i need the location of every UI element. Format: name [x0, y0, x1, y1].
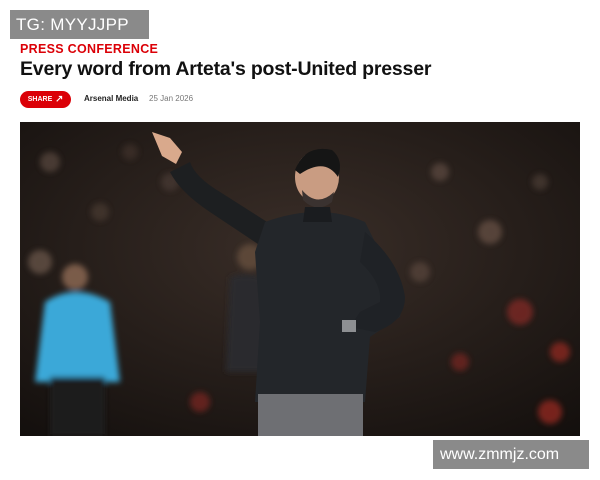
- article-publisher[interactable]: Arsenal Media: [84, 94, 138, 103]
- share-button[interactable]: SHARE: [20, 91, 71, 108]
- article-headline: Every word from Arteta's post-United pre…: [20, 58, 432, 80]
- article-card: PRESS CONFERENCE Every word from Arteta'…: [19, 40, 581, 436]
- article-category[interactable]: PRESS CONFERENCE: [20, 42, 158, 56]
- hero-photo-manager-pointing: [20, 122, 580, 436]
- article-date: 25 Jan 2026: [149, 94, 194, 103]
- share-label: SHARE: [27, 96, 53, 103]
- watermark-bottom-right: www.zmmjz.com: [433, 440, 589, 469]
- share-arrow-icon: [56, 95, 63, 104]
- hero-image: [20, 122, 580, 436]
- watermark-top-left: TG: MYYJJPP: [10, 10, 149, 39]
